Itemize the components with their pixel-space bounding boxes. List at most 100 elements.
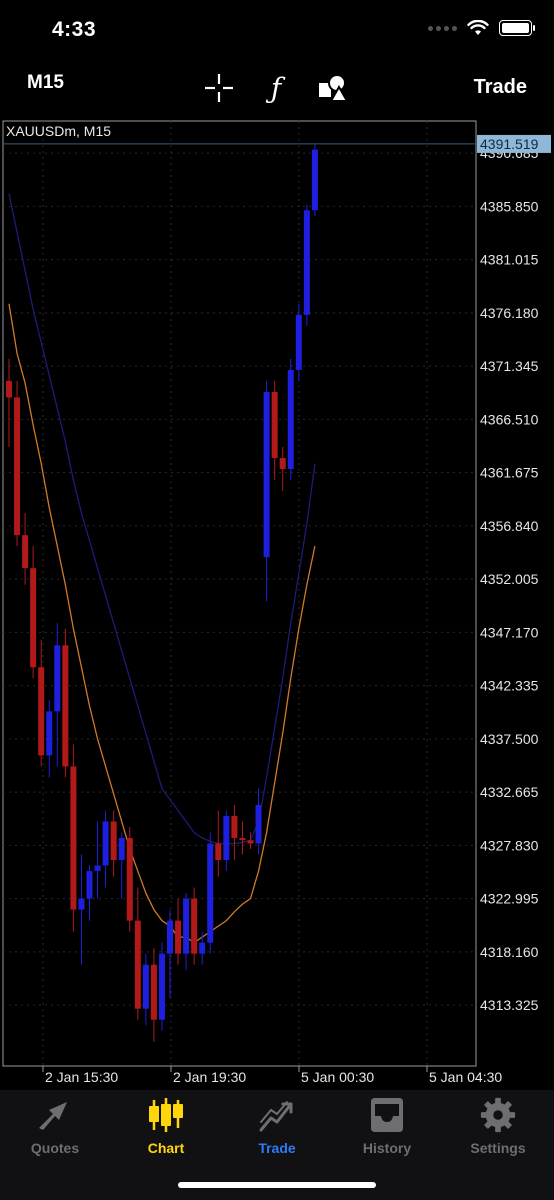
candle bbox=[134, 887, 141, 1020]
tab-history[interactable]: History bbox=[332, 1096, 442, 1156]
x-tick-label: 5 Jan 00:30 bbox=[301, 1069, 374, 1085]
tab-trade[interactable]: Trade bbox=[222, 1096, 332, 1156]
candle bbox=[78, 854, 85, 965]
candle bbox=[231, 804, 238, 861]
candle-body bbox=[38, 667, 45, 756]
candle-body bbox=[86, 871, 93, 899]
shapes-icon bbox=[319, 74, 349, 102]
candle bbox=[30, 546, 37, 679]
candle bbox=[287, 358, 294, 481]
candle-body bbox=[255, 804, 262, 844]
y-tick-label: 4381.015 bbox=[480, 252, 539, 268]
chart-toolbar: M15 ƒ Trade bbox=[0, 62, 554, 114]
candle-body bbox=[279, 458, 286, 470]
y-tick-label: 4361.675 bbox=[480, 465, 539, 481]
candle-body bbox=[54, 645, 61, 712]
candle bbox=[118, 832, 125, 899]
candle-body bbox=[271, 391, 278, 459]
timeframe-button[interactable]: M15 bbox=[27, 72, 64, 94]
wifi-icon bbox=[467, 20, 489, 35]
candle bbox=[239, 821, 246, 855]
candle-body bbox=[78, 898, 85, 910]
tab-label: Chart bbox=[147, 1140, 185, 1156]
candle-body bbox=[94, 865, 101, 872]
candle-body bbox=[311, 149, 318, 211]
y-tick-label: 4352.005 bbox=[480, 571, 539, 587]
x-tick-label: 2 Jan 19:30 bbox=[173, 1069, 246, 1085]
candle-body bbox=[247, 840, 254, 844]
crosshair-button[interactable] bbox=[203, 70, 235, 106]
candle-body bbox=[199, 942, 206, 954]
candle bbox=[142, 953, 149, 1026]
tab-label: History bbox=[362, 1140, 412, 1156]
candle bbox=[126, 826, 133, 932]
candlestick-icon bbox=[149, 1098, 183, 1132]
plot-border bbox=[2, 120, 477, 1067]
y-tick-label: 4332.665 bbox=[480, 784, 539, 800]
candle-body bbox=[46, 711, 53, 756]
candle-body bbox=[223, 815, 230, 861]
trade-line-icon bbox=[259, 1101, 293, 1132]
cellular-signal-icon bbox=[428, 25, 457, 31]
inbox-tray-icon bbox=[371, 1098, 403, 1132]
candle bbox=[263, 380, 270, 602]
candle-body bbox=[110, 821, 117, 861]
status-bar: 4:33 bbox=[0, 0, 554, 60]
current-price-label: 4391.519 bbox=[480, 136, 539, 152]
status-indicators bbox=[428, 20, 535, 36]
candle bbox=[38, 639, 45, 767]
objects-button[interactable] bbox=[316, 70, 352, 106]
candle bbox=[183, 893, 190, 971]
function-icon: ƒ bbox=[270, 71, 282, 105]
y-tick-label: 4327.830 bbox=[480, 837, 539, 853]
candle bbox=[14, 380, 21, 547]
tab-label: Quotes bbox=[30, 1140, 80, 1156]
candle-body bbox=[295, 314, 302, 370]
quotes-arrow-icon bbox=[38, 1102, 67, 1130]
candle-body bbox=[142, 964, 149, 1009]
candle-body bbox=[207, 843, 214, 943]
candle bbox=[22, 513, 29, 585]
candle-body bbox=[191, 898, 198, 954]
candle-body bbox=[22, 535, 29, 569]
candle bbox=[255, 788, 262, 855]
y-tick-label: 4318.160 bbox=[480, 944, 539, 960]
tab-label: Settings bbox=[470, 1140, 526, 1156]
candle bbox=[279, 447, 286, 492]
candle bbox=[167, 909, 173, 998]
candle bbox=[110, 810, 117, 877]
tab-settings[interactable]: Settings bbox=[443, 1096, 553, 1156]
price-chart[interactable]: 4390.685 4385.850 4381.015 4376.180 4371.345… bbox=[0, 118, 554, 1090]
candle bbox=[70, 744, 77, 932]
candle bbox=[271, 380, 278, 481]
candle-body bbox=[30, 568, 37, 668]
candle bbox=[94, 821, 101, 899]
tab-quotes[interactable]: Quotes bbox=[0, 1096, 110, 1156]
battery-icon bbox=[499, 20, 535, 36]
chart-canvas[interactable]: 4390.6854385.8504381.0154376.1804371.345… bbox=[0, 118, 554, 1090]
indicators-button[interactable]: ƒ bbox=[262, 70, 290, 106]
gear-icon bbox=[480, 1097, 516, 1133]
y-tick-label: 4371.345 bbox=[480, 358, 539, 374]
y-tick-label: 4342.335 bbox=[480, 678, 539, 694]
tab-label: Trade bbox=[258, 1140, 296, 1156]
candle-body bbox=[150, 964, 157, 1020]
candle bbox=[6, 358, 12, 448]
candle bbox=[62, 628, 69, 778]
tab-bar: Quotes Chart Trade History Settings bbox=[0, 1090, 554, 1200]
candle bbox=[191, 887, 198, 965]
candle-body bbox=[287, 369, 294, 470]
candle bbox=[158, 942, 165, 1031]
x-tick-label: 5 Jan 04:30 bbox=[429, 1069, 502, 1085]
candle bbox=[86, 865, 93, 921]
candle bbox=[150, 948, 157, 1042]
status-time: 4:33 bbox=[52, 18, 97, 41]
y-tick-label: 4385.850 bbox=[480, 198, 539, 214]
candle bbox=[223, 810, 230, 872]
trade-button[interactable]: Trade bbox=[474, 76, 527, 99]
tab-chart[interactable]: Chart bbox=[111, 1096, 221, 1156]
candle bbox=[175, 898, 182, 965]
crosshair-icon bbox=[205, 74, 233, 102]
candle bbox=[102, 810, 109, 888]
candle-body bbox=[175, 920, 182, 954]
